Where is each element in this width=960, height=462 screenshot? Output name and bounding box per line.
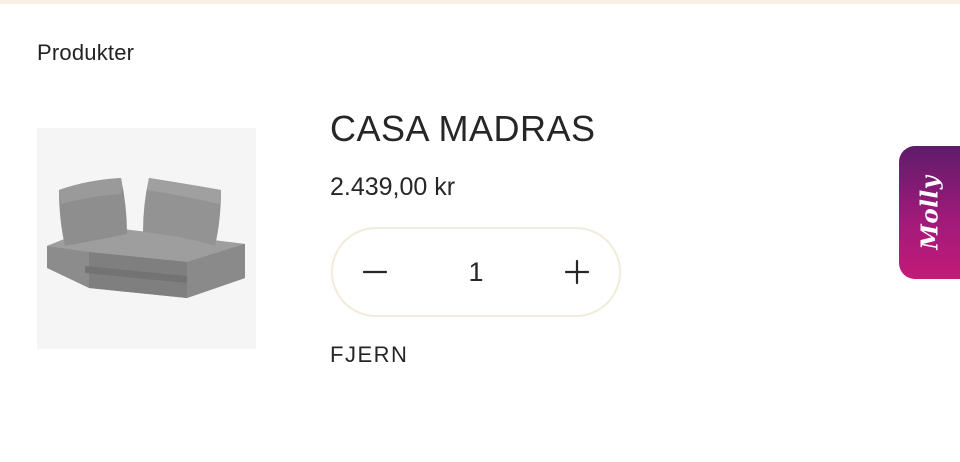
product-name[interactable]: CASA MADRAS: [330, 108, 596, 150]
minus-icon: [362, 270, 388, 274]
remove-button[interactable]: FJERN: [330, 342, 408, 368]
quantity-value[interactable]: 1: [423, 229, 529, 315]
plus-icon: [564, 259, 590, 285]
sofa-illustration: [47, 178, 245, 298]
decrease-quantity-button[interactable]: [335, 229, 415, 315]
molly-widget-label: Molly: [916, 175, 944, 250]
product-image[interactable]: [37, 128, 256, 349]
molly-chat-widget[interactable]: Molly: [899, 146, 960, 279]
top-divider: [0, 0, 960, 4]
product-price: 2.439,00 kr: [330, 173, 456, 201]
increase-quantity-button[interactable]: [537, 229, 617, 315]
quantity-stepper: 1: [331, 227, 621, 317]
section-title: Produkter: [37, 40, 135, 65]
